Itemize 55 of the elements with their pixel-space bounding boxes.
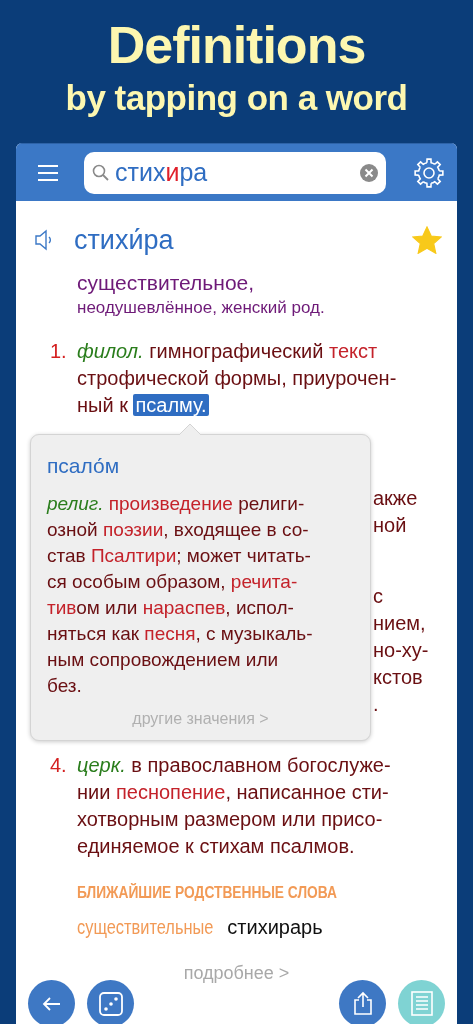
definition-line: озной поэзии, входящее в со-: [47, 518, 309, 542]
definition-line: без.: [47, 674, 82, 698]
category-label: существительные: [77, 916, 214, 939]
word-link[interactable]: поэзии: [103, 519, 164, 540]
word-link[interactable]: текст: [329, 340, 378, 362]
list-icon: [409, 991, 434, 1016]
definition-line: няться как песня, с музыкаль-: [47, 622, 313, 646]
definition-line: хотворным размером или присо-: [77, 807, 383, 832]
definition-line: церк. в православном богослуже-: [77, 753, 391, 778]
definition-line: филол. гимнографический текст: [77, 339, 378, 364]
definition-line: нии песнопение, написанное сти-: [77, 780, 389, 805]
word-link[interactable]: нараспев: [142, 597, 226, 618]
search-field[interactable]: стихира: [84, 151, 386, 194]
settings-icon[interactable]: [413, 156, 445, 189]
definition-line: .: [373, 692, 379, 717]
word-link[interactable]: произведение: [108, 493, 233, 514]
popup-headword: псало́м: [47, 453, 121, 479]
grammar-info: существительное,: [77, 270, 256, 296]
definition-number: 4.: [50, 753, 67, 778]
search-icon: [92, 164, 109, 181]
dice-icon: [98, 991, 123, 1016]
dice-button[interactable]: [87, 980, 134, 1024]
definition-line: строфической формы, приурочен-: [77, 366, 397, 391]
section-heading: БЛИЖАЙШИЕ РОДСТВЕННЫЕ СЛОВА: [77, 884, 338, 902]
definition-line: нием,: [373, 611, 426, 636]
word-link[interactable]: тив: [47, 597, 77, 618]
definition-line: ным сопровождением или: [47, 648, 279, 672]
clear-icon[interactable]: [360, 163, 378, 182]
back-button[interactable]: [28, 980, 75, 1024]
share-button[interactable]: [339, 980, 386, 1024]
grammar-info: неодушевлённое, женский род.: [77, 297, 326, 319]
selected-word[interactable]: псалму.: [133, 394, 209, 416]
definition-line: единяемое к стихам псалмов.: [77, 834, 355, 859]
related-word-link[interactable]: стихирарь: [227, 916, 323, 939]
definition-line: ной: [373, 513, 407, 538]
definition-line: ся особым образом, речита-: [47, 570, 298, 594]
definition-line: религ. произведение религи-: [47, 492, 305, 516]
definition-line: кстов: [373, 665, 423, 690]
word-link[interactable]: песня: [144, 623, 196, 644]
definition-line: ный к псалму.: [77, 393, 209, 418]
promo-subtitle: by tapping on a word: [65, 77, 408, 119]
word-link[interactable]: песнопение: [115, 781, 226, 803]
word-link[interactable]: речита-: [230, 571, 298, 592]
speaker-icon[interactable]: [35, 228, 53, 252]
definition-number: 1.: [50, 339, 67, 364]
star-icon[interactable]: [412, 226, 442, 254]
headword: стихи́ра: [74, 224, 174, 256]
definition-line: став Псалтири; может читать-: [47, 544, 311, 568]
word-link[interactable]: Псалтири: [90, 545, 177, 566]
definition-line: но-ху-: [373, 638, 429, 663]
definition-line: с: [373, 584, 383, 609]
definition-line: тивом или нараспев, испол-: [47, 596, 294, 620]
definition-line: акже: [373, 486, 418, 511]
promo-title: Definitions: [107, 15, 366, 76]
menu-icon[interactable]: [38, 163, 58, 182]
